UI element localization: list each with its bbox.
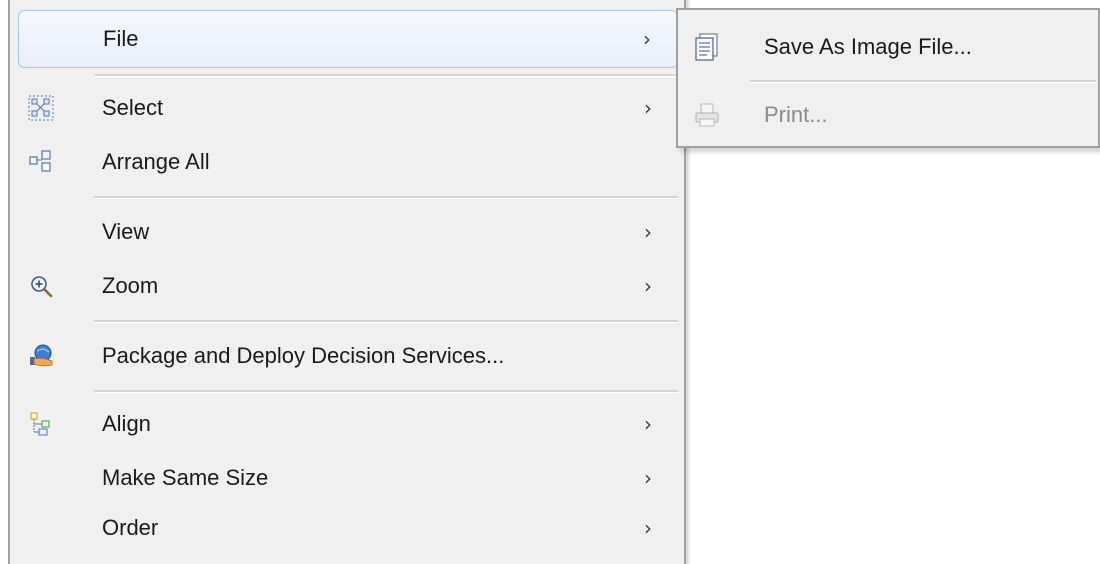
menu-item-select[interactable]: Select › xyxy=(18,80,678,136)
select-nodes-icon xyxy=(28,95,54,121)
submenu-arrow-icon: › xyxy=(644,516,652,540)
menu-item-label: Order xyxy=(102,515,159,540)
menu-separator xyxy=(94,390,678,393)
submenu-arrow-icon: › xyxy=(644,412,652,436)
zoom-in-icon xyxy=(28,273,54,299)
print-icon xyxy=(694,101,720,129)
submenu-item-save-as-image[interactable]: Save As Image File... xyxy=(682,16,1096,78)
menu-item-label: View xyxy=(102,219,150,244)
submenu-arrow-icon: › xyxy=(644,274,652,298)
submenu-item-label: Print... xyxy=(764,102,828,127)
menu-item-label: Zoom xyxy=(102,273,159,298)
save-image-icon xyxy=(694,33,720,61)
menu-item-view[interactable]: View › xyxy=(18,204,678,260)
submenu-arrow-icon: › xyxy=(644,96,652,120)
submenu-arrow-icon: › xyxy=(644,220,652,244)
file-submenu: Save As Image File... Print... xyxy=(676,8,1100,148)
menu-separator xyxy=(94,74,678,77)
menu-separator xyxy=(750,80,1096,83)
align-icon xyxy=(28,411,54,437)
submenu-arrow-icon: › xyxy=(644,466,652,490)
submenu-arrow-icon: › xyxy=(643,27,651,51)
menu-item-align[interactable]: Align › xyxy=(18,396,678,452)
menu-item-label: Align xyxy=(102,411,151,436)
submenu-item-label: Save As Image File... xyxy=(764,34,972,59)
menu-item-order[interactable]: Order › xyxy=(18,500,678,556)
menu-item-file[interactable]: File › xyxy=(18,10,678,68)
menu-item-label: Select xyxy=(102,95,164,120)
menu-item-label: Arrange All xyxy=(102,149,210,174)
menu-separator xyxy=(94,320,678,323)
context-menu: File › Select › Arrange All View › Zoom … xyxy=(8,0,691,564)
menu-separator xyxy=(94,196,678,199)
menu-item-label: Make Same Size xyxy=(102,465,269,490)
menu-item-make-same-size[interactable]: Make Same Size › xyxy=(18,450,678,506)
screen: File › Select › Arrange All View › Zoom … xyxy=(0,0,1100,564)
menu-item-label: File xyxy=(103,26,139,51)
menu-item-label: Package and Deploy Decision Services... xyxy=(102,343,505,368)
menu-item-arrange-all[interactable]: Arrange All xyxy=(18,134,678,190)
menu-item-package-deploy[interactable]: Package and Deploy Decision Services... xyxy=(18,328,678,384)
submenu-item-print[interactable]: Print... xyxy=(682,84,1096,146)
arrange-all-icon xyxy=(28,149,54,175)
deploy-icon xyxy=(28,343,54,369)
menu-item-zoom[interactable]: Zoom › xyxy=(18,258,678,314)
